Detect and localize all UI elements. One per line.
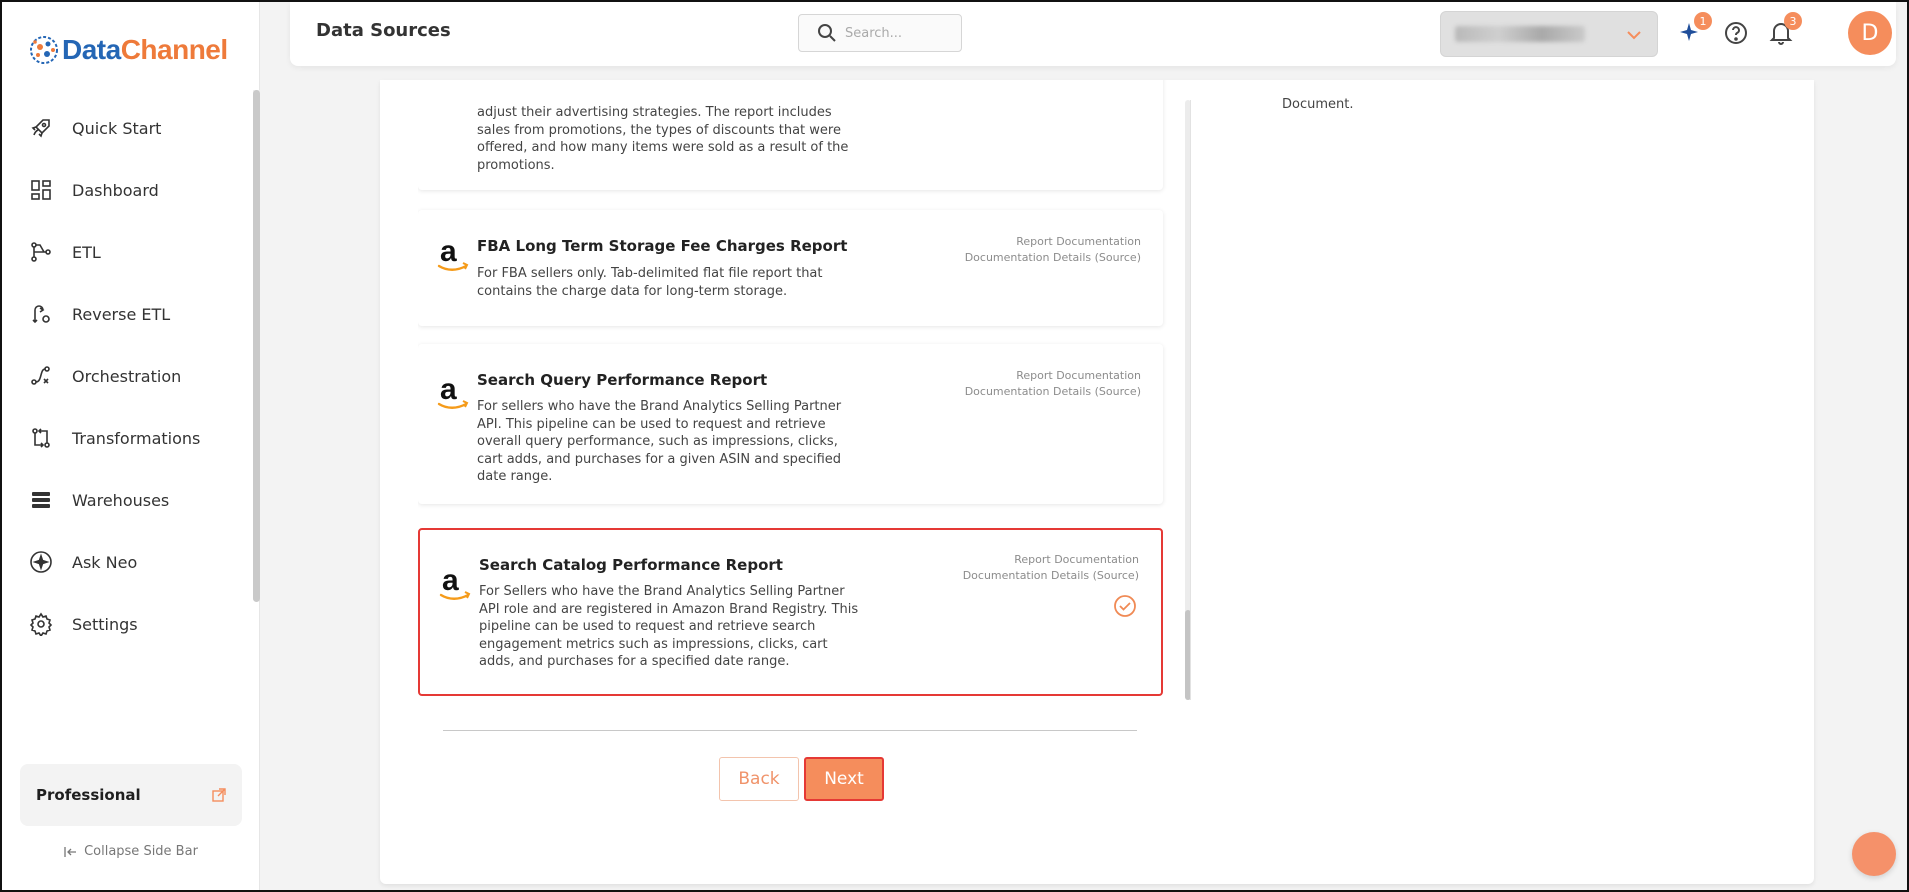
search-box[interactable] (798, 14, 962, 52)
svg-text:a: a (440, 235, 457, 268)
reverse-etl-icon (28, 301, 54, 327)
amazon-logo-icon: a (437, 373, 469, 409)
next-button[interactable]: Next (804, 757, 884, 801)
notifications-badge: 3 (1784, 12, 1802, 30)
report-description: For Sellers who have the Brand Analytics… (479, 584, 859, 670)
report-documentation-link[interactable]: Report Documentation (963, 552, 1139, 568)
dashboard-icon (28, 177, 54, 203)
panel-divider (1190, 100, 1191, 700)
sidebar-item-dashboard[interactable]: Dashboard (2, 159, 252, 221)
report-card[interactable]: a FBA Long Term Storage Fee Charges Repo… (418, 210, 1163, 326)
notifications-button[interactable]: 3 (1766, 12, 1802, 48)
sidebar: DataChannel Quick Start Dashboard ETL Re… (2, 2, 260, 890)
plan-name: Professional (36, 786, 141, 804)
sidebar-item-settings[interactable]: Settings (2, 593, 252, 655)
search-icon (818, 24, 836, 42)
brand-logo[interactable]: DataChannel (26, 30, 228, 70)
avatar[interactable]: D (1848, 11, 1892, 55)
collapse-arrow-icon (64, 846, 77, 857)
sidebar-item-label: Transformations (72, 428, 201, 448)
sidebar-item-label: Reverse ETL (72, 304, 171, 324)
chevron-down-icon (1627, 31, 1641, 40)
logo-globe-icon (30, 36, 58, 64)
svg-text:a: a (442, 564, 459, 597)
sidebar-item-ask-neo[interactable]: Ask Neo (2, 531, 252, 593)
sidebar-item-label: Ask Neo (72, 552, 138, 572)
report-description: adjust their advertising strategies. The… (477, 105, 849, 173)
check-circle-icon (1114, 595, 1136, 617)
report-documentation-link[interactable]: Report Documentation (965, 234, 1141, 250)
report-documentation-link[interactable]: Report Documentation (965, 368, 1141, 384)
transformations-icon (28, 425, 54, 451)
report-card-partial[interactable]: adjust their advertising strategies. The… (418, 80, 1163, 190)
sidebar-item-etl[interactable]: ETL (2, 221, 252, 283)
rocket-icon (28, 115, 54, 141)
ask-neo-icon (28, 549, 54, 575)
report-title: Search Query Performance Report (477, 371, 768, 389)
collapse-sidebar-button[interactable]: Collapse Side Bar (2, 844, 260, 859)
amazon-logo-icon: a (439, 564, 471, 600)
report-title: FBA Long Term Storage Fee Charges Report (477, 237, 848, 255)
svg-text:a: a (440, 373, 457, 406)
brand-name: DataChannel (62, 34, 228, 65)
report-links: Report Documentation Documentation Detai… (963, 552, 1139, 584)
report-description: For FBA sellers only. Tab-delimited flat… (477, 266, 823, 299)
sidebar-item-warehouses[interactable]: Warehouses (2, 469, 252, 531)
divider-line (443, 730, 1137, 731)
chat-widget-button[interactable] (1852, 832, 1896, 876)
help-button[interactable] (1721, 18, 1751, 48)
report-links: Report Documentation Documentation Detai… (965, 368, 1141, 400)
ai-badge: 1 (1694, 12, 1712, 30)
sidebar-item-label: Settings (72, 614, 138, 634)
sidebar-item-label: Orchestration (72, 366, 182, 386)
report-title: Search Catalog Performance Report (479, 556, 783, 574)
page-title: Data Sources (316, 20, 451, 41)
workspace-name-blurred (1455, 26, 1585, 42)
sidebar-item-label: Quick Start (72, 118, 162, 138)
gear-icon (28, 611, 54, 637)
report-card-selected[interactable]: a Search Catalog Performance Report For … (418, 528, 1163, 696)
documentation-details-link[interactable]: Documentation Details (Source) (965, 250, 1141, 266)
sidebar-item-label: Warehouses (72, 490, 170, 510)
plan-card[interactable]: Professional (20, 764, 242, 826)
sidebar-item-quick-start[interactable]: Quick Start (2, 97, 252, 159)
back-button[interactable]: Back (719, 757, 799, 801)
documentation-details-link[interactable]: Documentation Details (Source) (963, 568, 1139, 584)
scrollbar-thumb[interactable] (253, 90, 260, 602)
documentation-details-link[interactable]: Documentation Details (Source) (965, 384, 1141, 400)
details-panel-text: Document. (1282, 97, 1354, 112)
orchestration-icon (28, 363, 54, 389)
sidebar-item-reverse-etl[interactable]: Reverse ETL (2, 283, 252, 345)
main-content: adjust their advertising strategies. The… (380, 80, 1814, 884)
warehouses-icon (28, 487, 54, 513)
report-list: adjust their advertising strategies. The… (418, 80, 1168, 700)
top-header: Data Sources 1 3 D (290, 2, 1896, 66)
sidebar-item-label: Dashboard (72, 180, 159, 200)
report-links: Report Documentation Documentation Detai… (965, 234, 1141, 266)
report-card[interactable]: a Search Query Performance Report For se… (418, 344, 1163, 504)
external-link-icon[interactable] (212, 788, 226, 802)
sidebar-item-transformations[interactable]: Transformations (2, 407, 252, 469)
etl-icon (28, 239, 54, 265)
report-description: For sellers who have the Brand Analytics… (477, 399, 842, 485)
sidebar-scrollbar[interactable] (253, 90, 260, 602)
search-input[interactable] (845, 25, 955, 41)
ai-sparkle-button[interactable]: 1 (1676, 12, 1712, 48)
amazon-logo-icon: a (437, 235, 469, 271)
sidebar-item-orchestration[interactable]: Orchestration (2, 345, 252, 407)
sidebar-nav: Quick Start Dashboard ETL Reverse ETL Or… (2, 97, 252, 655)
sidebar-item-label: ETL (72, 242, 101, 262)
help-icon (1725, 22, 1747, 44)
collapse-label: Collapse Side Bar (84, 844, 198, 859)
workspace-selector[interactable] (1440, 11, 1658, 57)
